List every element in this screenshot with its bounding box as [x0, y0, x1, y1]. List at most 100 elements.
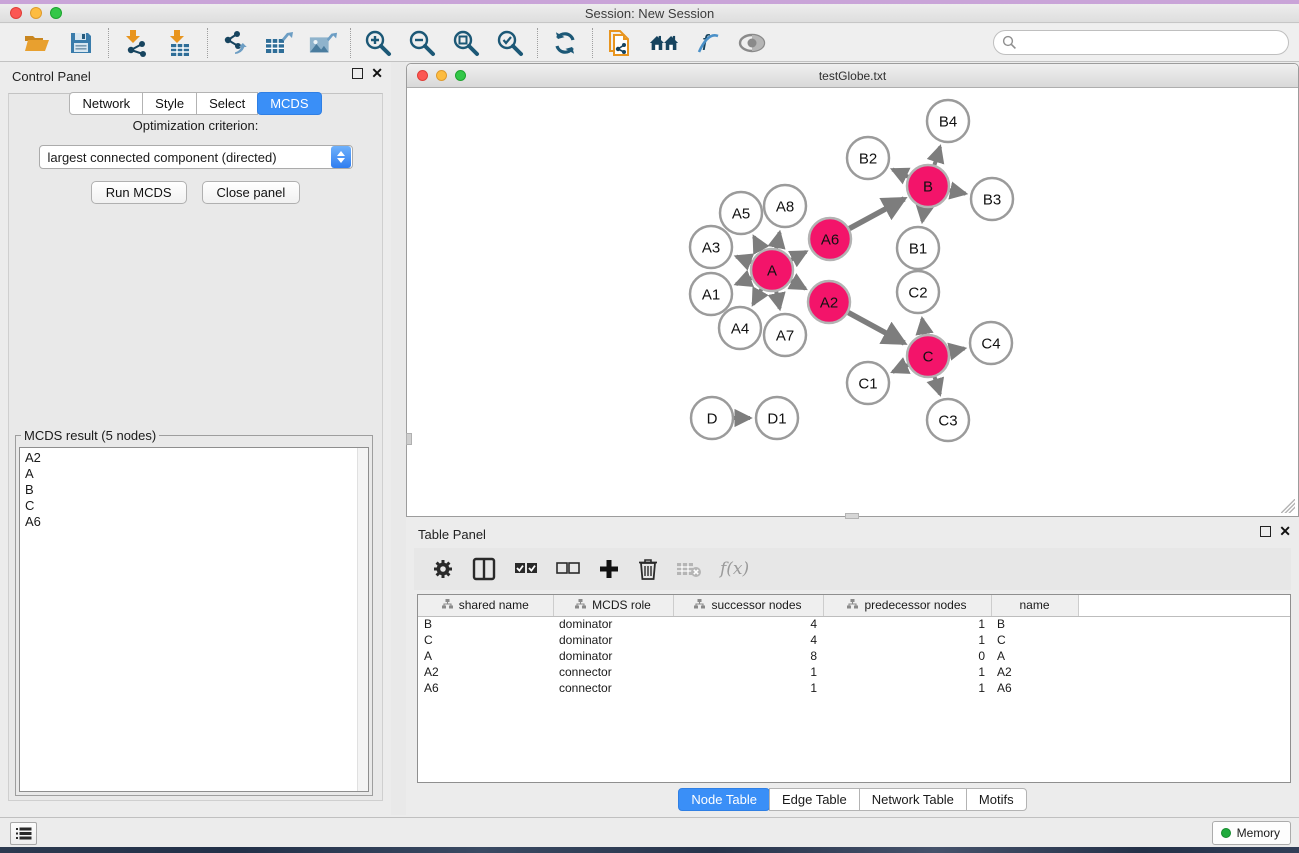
settings-gear-icon[interactable]: [432, 558, 454, 580]
copy-network-icon[interactable]: [605, 28, 635, 58]
homes-icon[interactable]: [649, 28, 679, 58]
tab-network-table[interactable]: Network Table: [859, 788, 967, 811]
panel-splitter[interactable]: [391, 62, 406, 815]
column-header-name[interactable]: name: [991, 595, 1078, 616]
task-history-button[interactable]: [10, 822, 37, 845]
optimization-criterion-select[interactable]: largest connected component (directed): [39, 145, 353, 169]
close-panel-button[interactable]: Close panel: [202, 181, 301, 204]
graph-edge-C-C3[interactable]: [935, 377, 940, 394]
delete-column-icon[interactable]: [638, 557, 658, 581]
column-header-MCDS-role[interactable]: MCDS role: [553, 595, 673, 616]
refresh-icon[interactable]: [550, 28, 580, 58]
float-panel-icon[interactable]: [352, 68, 363, 79]
graph-node-C4[interactable]: C4: [970, 322, 1012, 364]
export-table-icon[interactable]: [264, 28, 294, 58]
node-table[interactable]: shared nameMCDS rolesuccessor nodesprede…: [417, 594, 1291, 783]
column-header-predecessor-nodes[interactable]: predecessor nodes: [823, 595, 991, 616]
select-all-icon[interactable]: [514, 561, 538, 577]
deselect-all-icon[interactable]: [556, 561, 580, 577]
graph-edge-B-B2[interactable]: [892, 169, 908, 176]
table-row[interactable]: Cdominator41C: [418, 632, 1290, 648]
graph-edge-A-A8[interactable]: [776, 232, 779, 248]
export-image-icon[interactable]: [308, 28, 338, 58]
table-row[interactable]: Bdominator41B: [418, 616, 1290, 632]
tab-style[interactable]: Style: [142, 92, 197, 115]
export-network-icon[interactable]: [220, 28, 250, 58]
column-header-successor-nodes[interactable]: successor nodes: [673, 595, 823, 616]
run-mcds-button[interactable]: Run MCDS: [91, 181, 187, 204]
graph-edge-A-A2[interactable]: [791, 281, 805, 289]
graph-node-A[interactable]: A: [751, 249, 793, 291]
graph-edge-A-A7[interactable]: [776, 292, 779, 309]
graph-edge-A6-B[interactable]: [849, 199, 904, 229]
graph-node-A5[interactable]: A5: [720, 192, 762, 234]
table-row[interactable]: A6connector11A6: [418, 680, 1290, 696]
close-panel-icon[interactable]: ✕: [371, 68, 383, 79]
graph-node-A7[interactable]: A7: [764, 314, 806, 356]
network-window-titlebar[interactable]: testGlobe.txt: [407, 64, 1298, 88]
graph-edge-B-B3[interactable]: [950, 190, 966, 193]
result-scrollbar[interactable]: [357, 448, 368, 791]
graph-edge-B-B1[interactable]: [922, 208, 924, 222]
zoom-selected-icon[interactable]: [495, 28, 525, 58]
resize-grip-icon[interactable]: [1281, 499, 1295, 513]
zoom-out-icon[interactable]: [407, 28, 437, 58]
delete-table-icon[interactable]: [676, 560, 702, 578]
graph-edge-A-A4[interactable]: [753, 289, 761, 304]
graph-edge-B-B4[interactable]: [934, 147, 940, 165]
tab-motifs[interactable]: Motifs: [966, 788, 1027, 811]
graph-node-A6[interactable]: A6: [809, 218, 851, 260]
column-header-shared-name[interactable]: shared name: [418, 595, 553, 616]
graph-edge-C-C4[interactable]: [950, 348, 965, 351]
graph-edge-A-A1[interactable]: [736, 278, 751, 284]
graph-node-C[interactable]: C: [907, 335, 949, 377]
graph-node-A8[interactable]: A8: [764, 185, 806, 227]
save-session-icon[interactable]: [66, 28, 96, 58]
memory-button[interactable]: Memory: [1212, 821, 1291, 845]
graph-node-C1[interactable]: C1: [847, 362, 889, 404]
search-box[interactable]: [993, 30, 1289, 55]
graph-edge-A2-C[interactable]: [848, 313, 904, 344]
tab-mcds[interactable]: MCDS: [257, 92, 321, 115]
function-builder-icon[interactable]: f(x): [720, 559, 749, 579]
graph-edge-C-C1[interactable]: [893, 365, 908, 372]
zoom-fit-icon[interactable]: [451, 28, 481, 58]
graph-node-D[interactable]: D: [691, 397, 733, 439]
graph-node-B1[interactable]: B1: [897, 227, 939, 269]
search-input[interactable]: [1021, 35, 1288, 51]
tab-edge-table[interactable]: Edge Table: [769, 788, 860, 811]
graph-node-C2[interactable]: C2: [897, 271, 939, 313]
table-row[interactable]: A2connector11A2: [418, 664, 1290, 680]
graph-node-B[interactable]: B: [907, 165, 949, 207]
open-session-icon[interactable]: [22, 28, 52, 58]
graph-node-A3[interactable]: A3: [690, 226, 732, 268]
graph-node-A1[interactable]: A1: [690, 273, 732, 315]
column-layout-icon[interactable]: [472, 557, 496, 581]
graph-node-A4[interactable]: A4: [719, 307, 761, 349]
graph-edge-A-A5[interactable]: [754, 237, 762, 251]
graph-node-A2[interactable]: A2: [808, 281, 850, 323]
add-column-icon[interactable]: [598, 558, 620, 580]
import-table-icon[interactable]: [165, 28, 195, 58]
left-divider-handle[interactable]: [406, 433, 412, 445]
network-graph[interactable]: B4B2BB3A5A8A6A3B1AA1C2A2A4A7C4CC1C3DD1: [408, 89, 1297, 515]
table-float-panel-icon[interactable]: [1260, 526, 1271, 537]
import-network-icon[interactable]: [121, 28, 151, 58]
network-canvas[interactable]: B4B2BB3A5A8A6A3B1AA1C2A2A4A7C4CC1C3DD1: [408, 89, 1297, 515]
graph-node-B4[interactable]: B4: [927, 100, 969, 142]
table-close-panel-icon[interactable]: ✕: [1279, 526, 1291, 537]
graph-edge-A-A6[interactable]: [791, 252, 806, 260]
graph-node-C3[interactable]: C3: [927, 399, 969, 441]
graph-edge-A-A3[interactable]: [736, 257, 751, 263]
tab-node-table[interactable]: Node Table: [678, 788, 770, 811]
zoom-in-icon[interactable]: [363, 28, 393, 58]
bottom-divider-handle[interactable]: [845, 513, 859, 519]
function-slash-icon[interactable]: f: [693, 28, 723, 58]
mcds-result-list[interactable]: A2ABCA6: [19, 447, 369, 792]
eye-icon[interactable]: [737, 28, 767, 58]
graph-node-B2[interactable]: B2: [847, 137, 889, 179]
graph-edge-C-C2[interactable]: [922, 319, 924, 335]
table-row[interactable]: Adominator80A: [418, 648, 1290, 664]
tab-select[interactable]: Select: [196, 92, 258, 115]
graph-node-D1[interactable]: D1: [756, 397, 798, 439]
